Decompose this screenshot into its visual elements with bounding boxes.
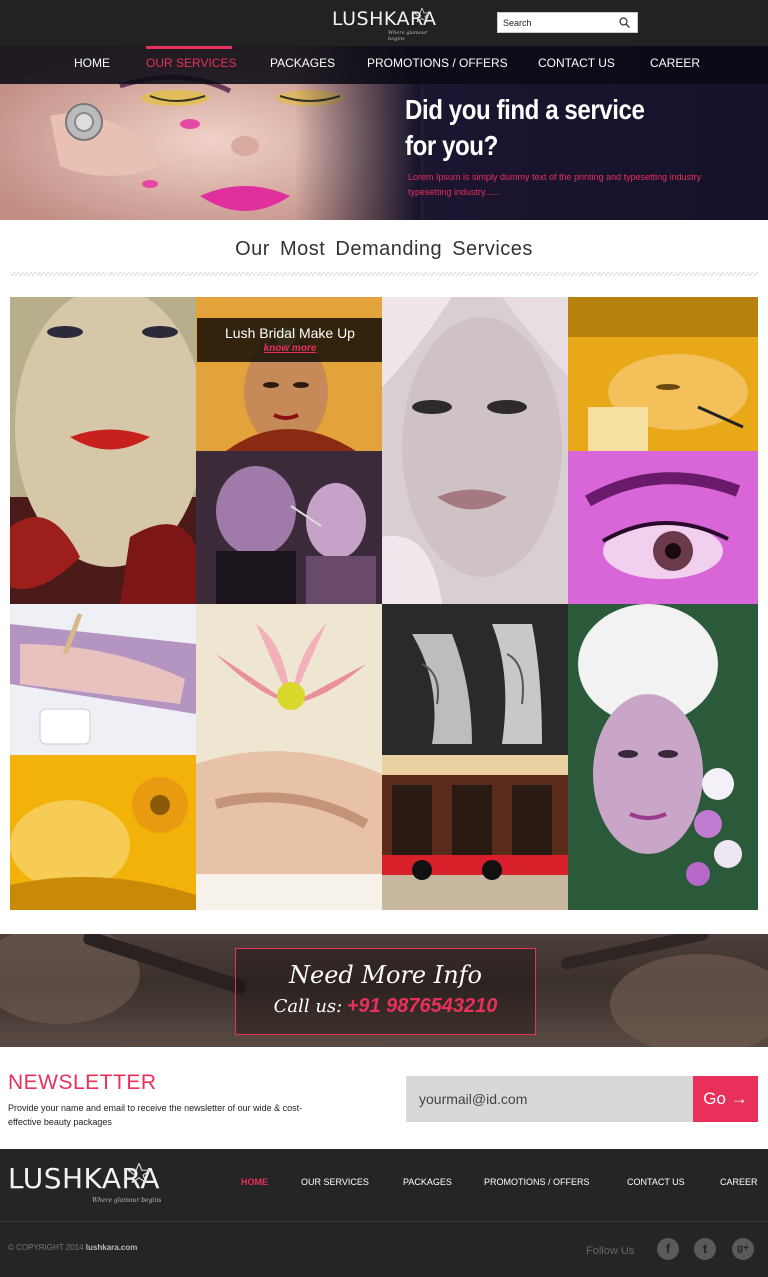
footer-nav-promotions-offers[interactable]: PROMOTIONS / OFFERS bbox=[484, 1177, 590, 1187]
nav-item-home[interactable]: HOME bbox=[74, 56, 110, 70]
info-callout: Need More Info Call us: +91 9876543210 bbox=[235, 948, 536, 1035]
footer-divider bbox=[0, 1221, 768, 1222]
search-input[interactable] bbox=[498, 13, 614, 33]
footer-nav-our-services[interactable]: OUR SERVICES bbox=[301, 1177, 369, 1187]
service-tile-lips[interactable] bbox=[10, 297, 196, 604]
footer-logo-tagline: Where glamour begins bbox=[92, 1197, 162, 1204]
site-logo[interactable]: LUSHKARA Where glamour begins bbox=[332, 8, 436, 42]
footer-nav-contact-us[interactable]: CONTACT US bbox=[627, 1177, 685, 1187]
hero-description: Lorem Ipsum is simply dummy text of the … bbox=[408, 172, 702, 197]
footer-nav-home[interactable]: HOME bbox=[241, 1177, 268, 1187]
copyright: © COPYRIGHT 2014 lushkara.com bbox=[8, 1243, 137, 1252]
service-tile-spa-woman[interactable] bbox=[568, 604, 758, 910]
search-box bbox=[497, 12, 638, 33]
featured-service-title: Lush Bridal Make Up bbox=[225, 325, 355, 341]
hero-headline-line1: Did you find a service bbox=[405, 94, 645, 125]
site-link[interactable]: lushkara.com bbox=[86, 1243, 138, 1252]
service-tile-salon[interactable] bbox=[382, 755, 568, 910]
service-tile-eyebrow[interactable] bbox=[568, 451, 758, 604]
nav-item-contact-us[interactable]: CONTACT US bbox=[538, 56, 615, 70]
service-tile-facial[interactable] bbox=[568, 297, 758, 451]
service-tile-scrub[interactable] bbox=[10, 755, 196, 910]
service-tile-waxing[interactable] bbox=[10, 604, 196, 755]
follow-us-label: Follow Us bbox=[586, 1245, 635, 1257]
copyright-text: © COPYRIGHT 2014 bbox=[8, 1243, 84, 1252]
footer-logo-star-icon bbox=[128, 1163, 150, 1183]
info-call-line: Call us: +91 9876543210 bbox=[236, 995, 535, 1018]
newsletter-title: NEWSLETTER bbox=[8, 1071, 157, 1094]
google-plus-icon[interactable]: g+ bbox=[732, 1238, 754, 1260]
logo-star-icon bbox=[414, 8, 430, 22]
service-tile-makeup-artist[interactable] bbox=[196, 451, 382, 604]
footer-nav-packages[interactable]: PACKAGES bbox=[403, 1177, 452, 1187]
facebook-icon[interactable]: f bbox=[657, 1238, 679, 1260]
nav-item-packages[interactable]: PACKAGES bbox=[270, 56, 335, 70]
phone-number-link[interactable]: +91 9876543210 bbox=[347, 995, 498, 1017]
newsletter-description: Provide your name and email to receive t… bbox=[8, 1103, 303, 1127]
footer-logo[interactable]: LUSHKARA Where glamour begins bbox=[8, 1163, 163, 1207]
service-tile-foot-spa[interactable] bbox=[196, 604, 382, 910]
nav-item-career[interactable]: CAREER bbox=[650, 56, 700, 70]
service-tile-mehendi[interactable] bbox=[382, 604, 568, 755]
call-label: Call us: bbox=[273, 996, 343, 1017]
newsletter-go-button[interactable]: Go → bbox=[693, 1076, 758, 1122]
main-nav: HOME OUR SERVICES PACKAGES PROMOTIONS / … bbox=[0, 46, 768, 84]
top-bar: LUSHKARA Where glamour begins bbox=[0, 0, 768, 46]
service-tile-face-portrait[interactable] bbox=[382, 297, 568, 604]
search-icon[interactable] bbox=[619, 17, 630, 28]
info-banner: Need More Info Call us: +91 9876543210 bbox=[0, 934, 768, 1047]
section-divider bbox=[10, 272, 758, 276]
logo-tagline: Where glamour begins bbox=[388, 30, 428, 42]
footer: LUSHKARA Where glamour begins HOME OUR S… bbox=[0, 1149, 768, 1277]
hero-headline-line2: for you? bbox=[405, 130, 498, 161]
nav-item-promotions-offers[interactable]: PROMOTIONS / OFFERS bbox=[367, 56, 508, 70]
services-title: Our Most Demanding Services bbox=[235, 238, 533, 260]
featured-service-caption: Lush Bridal Make Up know more bbox=[197, 318, 383, 362]
twitter-icon[interactable]: t bbox=[694, 1238, 716, 1260]
info-title: Need More Info bbox=[289, 961, 482, 989]
footer-nav-career[interactable]: CAREER bbox=[720, 1177, 758, 1187]
nav-item-our-services[interactable]: OUR SERVICES bbox=[146, 56, 236, 70]
nav-active-indicator bbox=[146, 46, 232, 49]
newsletter-email-input[interactable] bbox=[406, 1076, 693, 1122]
hero-headline: Did you find a service for you? bbox=[405, 92, 689, 164]
know-more-link[interactable]: know more bbox=[197, 343, 383, 354]
